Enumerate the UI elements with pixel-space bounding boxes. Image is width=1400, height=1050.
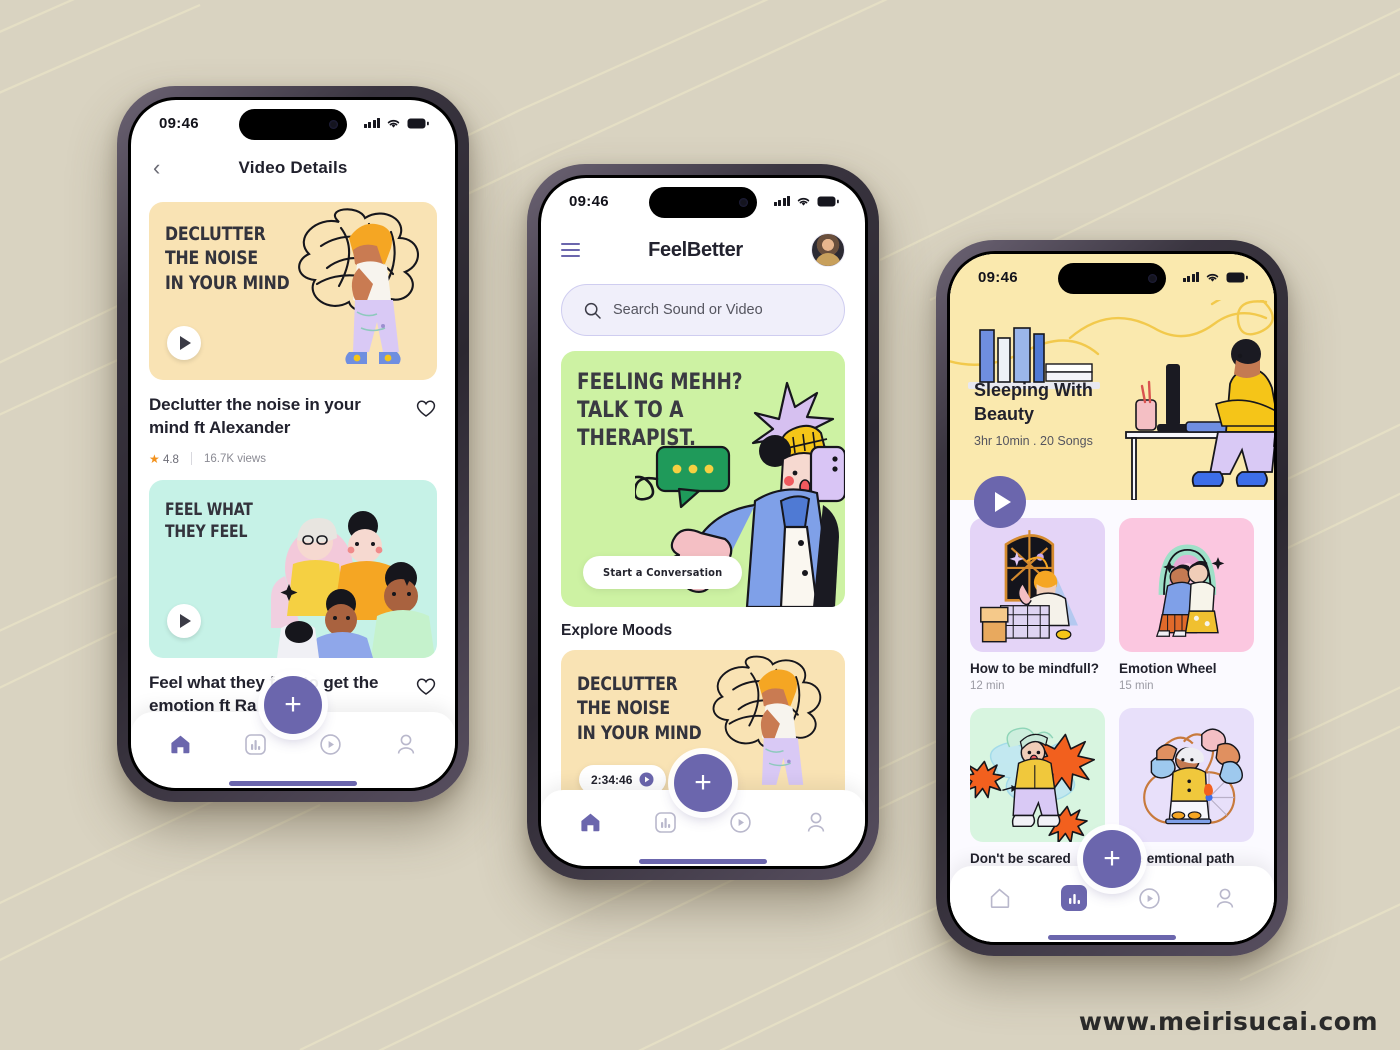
illustration-mindful — [980, 530, 1078, 643]
video-meta: Declutter the noise in your mind ft Alex… — [149, 394, 437, 440]
search-input[interactable]: Search Sound or Video — [561, 284, 845, 336]
heart-outline-icon[interactable] — [415, 398, 437, 418]
star-icon: ★ — [149, 451, 160, 466]
hero-title: Sleeping With Beauty — [974, 380, 1093, 424]
card-thumbnail — [970, 708, 1105, 842]
nav-item-home[interactable] — [980, 883, 1018, 913]
battery-icon — [817, 196, 839, 206]
heart-outline-icon[interactable] — [415, 676, 437, 696]
card-thumbnail — [1119, 518, 1254, 652]
status-time: 09:46 — [159, 114, 199, 132]
views-count: 16.7K views — [203, 452, 266, 465]
battery-icon — [407, 118, 429, 128]
nav-item-play[interactable] — [1131, 883, 1169, 913]
video-title: Declutter the noise in your mind ft Alex… — [149, 395, 361, 437]
nav-item-stats[interactable] — [1055, 883, 1093, 913]
grid-item[interactable]: How to be mindfull? 12 min — [970, 518, 1105, 692]
card-duration: 12 min — [970, 680, 1005, 692]
nav-item-profile[interactable] — [1206, 883, 1244, 913]
watermark: www.meirisucai.com — [1078, 1007, 1378, 1036]
dynamic-island — [649, 187, 757, 218]
card-title: Emotion Wheel — [1119, 661, 1217, 676]
bar-chart-icon — [1061, 885, 1088, 911]
play-circle-icon — [320, 733, 341, 755]
hero-text: Sleeping With Beauty 3hr 10min . 20 Song… — [974, 379, 1134, 448]
illustration-scared — [970, 727, 1096, 842]
nav-item-play[interactable] — [722, 807, 760, 837]
play-button[interactable] — [167, 326, 201, 360]
home-icon — [990, 888, 1009, 908]
bar-chart-icon — [245, 733, 266, 755]
hero-subtitle: 3hr 10min . 20 Songs — [974, 434, 1093, 448]
hamburger-menu-icon[interactable] — [561, 242, 580, 258]
illustration-emotion-wheel — [1155, 544, 1225, 637]
app-title: FeelBetter — [648, 238, 743, 261]
home-indicator — [1048, 935, 1176, 940]
phone-video-details: 09:46 ‹ Video Details DECLUTTER THE NOIS… — [117, 86, 469, 802]
play-circle-icon — [639, 772, 654, 787]
card-thumbnail — [970, 518, 1105, 652]
play-button[interactable] — [974, 476, 1026, 528]
wifi-icon — [387, 119, 400, 128]
add-button[interactable]: + — [674, 754, 732, 812]
home-indicator — [639, 859, 767, 864]
person-icon — [807, 812, 825, 832]
nav-item-profile[interactable] — [797, 807, 835, 837]
home-icon — [580, 813, 599, 832]
signal-bars-icon — [363, 118, 380, 128]
section-title: Explore Moods — [561, 622, 673, 639]
illustration-emotional-path — [1143, 728, 1244, 825]
card-title: How to be mindfull? — [970, 661, 1099, 676]
nav-item-home[interactable] — [161, 729, 199, 759]
avatar[interactable] — [811, 233, 845, 267]
bar-chart-icon — [655, 811, 676, 833]
play-button[interactable] — [167, 603, 201, 638]
divider — [190, 452, 192, 466]
play-circle-icon — [730, 811, 751, 833]
nav-item-stats[interactable] — [646, 807, 684, 837]
signal-bars-icon — [1182, 272, 1199, 282]
page-title: Video Details — [238, 158, 348, 177]
wifi-icon — [797, 197, 810, 206]
nav-item-home[interactable] — [571, 807, 609, 837]
chevron-left-icon[interactable]: ‹ — [153, 157, 160, 179]
promo-card[interactable]: FEELING MEHH? TALK TO A THERAPIST. Start… — [561, 351, 845, 607]
phone-library: 09:46 Sleeping With Beauty 3hr 10min . 2… — [936, 240, 1288, 956]
home-indicator — [229, 781, 357, 786]
nav-item-play[interactable] — [312, 729, 350, 759]
nav-item-profile[interactable] — [387, 729, 425, 759]
phone-home: 09:46 FeelBetter Search Sound or Video F… — [527, 164, 879, 880]
battery-icon — [1226, 272, 1248, 282]
card-thumbnail — [1119, 708, 1254, 842]
card-duration: 15 min — [1119, 680, 1154, 692]
video-card-thumbnail[interactable]: DECLUTTER THE NOISE IN YOUR MIND — [149, 202, 437, 380]
add-button[interactable]: + — [1083, 830, 1141, 888]
app-header: FeelBetter — [541, 224, 865, 272]
thumbnail-title: DECLUTTER THE NOISE IN YOUR MIND — [165, 223, 290, 294]
home-icon — [170, 735, 189, 754]
person-icon — [397, 734, 415, 754]
dynamic-island — [1058, 263, 1166, 294]
illustration-family — [271, 510, 435, 658]
search-placeholder: Search Sound or Video — [613, 302, 763, 318]
wifi-icon — [1206, 273, 1219, 282]
duration-text: 2:34:46 — [591, 772, 633, 787]
search-icon — [584, 302, 601, 319]
start-conversation-button[interactable]: Start a Conversation — [583, 556, 743, 589]
signal-bars-icon — [773, 196, 790, 206]
status-time: 09:46 — [978, 268, 1018, 286]
rating-row: ★ 4.8 16.7K views — [149, 452, 437, 466]
nav-item-stats[interactable] — [236, 729, 274, 759]
rating-value: 4.8 — [162, 453, 179, 466]
page-header: ‹ Video Details — [131, 146, 455, 190]
play-circle-icon — [1139, 887, 1160, 909]
dynamic-island — [239, 109, 347, 140]
add-button[interactable]: + — [264, 676, 322, 734]
video-card-thumbnail[interactable]: FEEL WHAT THEY FEEL — [149, 479, 437, 658]
person-icon — [1216, 888, 1234, 908]
status-time: 09:46 — [569, 192, 609, 210]
illustration-declutter — [298, 208, 420, 364]
grid-item[interactable]: Emotion Wheel 15 min — [1119, 518, 1254, 692]
